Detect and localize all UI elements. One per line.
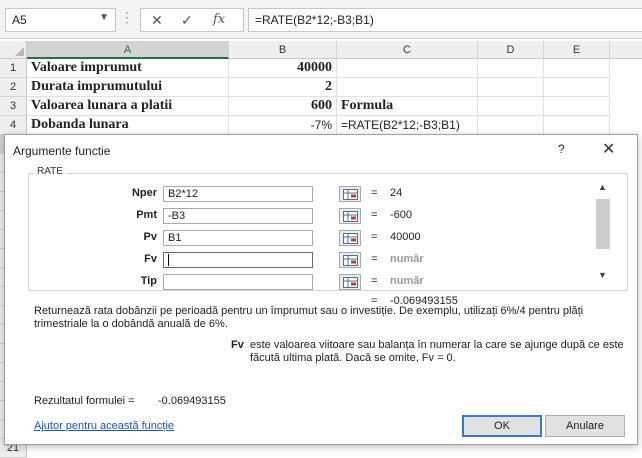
arg-equals: = [371,231,378,243]
arg-input-pv[interactable]: B1 [163,230,313,246]
arg-result-fv: număr [390,253,424,265]
function-name: RATE [34,166,66,177]
cell-e4[interactable] [544,116,610,135]
name-box-value: A5 [12,13,27,27]
arg-label-tip: Tip [140,275,157,287]
arg-result-pv: 40000 [390,231,421,243]
arg-result-tip: număr [390,275,424,287]
formula-text: =RATE(B2*12;-B3;B1) [255,13,374,27]
column-header-b[interactable]: B [229,41,337,59]
function-help-link[interactable]: Ajutor pentru această funcție [34,420,174,432]
formula-buttons: ✕ ✓ fx [140,8,244,32]
cell-b3[interactable]: 600 [229,97,337,116]
arg-label-nper: Nper [131,187,157,199]
cell-c4[interactable]: =RATE(B2*12;-B3;B1) [337,116,478,135]
row-header-2[interactable]: 2 [0,78,27,97]
drag-handle-icon[interactable]: ⋮ [120,9,134,26]
cell-c2[interactable] [337,78,478,97]
cell-c1[interactable] [337,59,478,78]
chevron-down-icon[interactable]: ▼ [598,270,607,280]
check-icon[interactable]: ✓ [181,12,193,29]
cell-a1[interactable]: Valoare imprumut [27,59,229,78]
cell-b2[interactable]: 2 [229,78,337,97]
column-header-c[interactable]: C [337,41,478,59]
arg-result-pmt: -600 [390,209,413,221]
arg-equals: = [371,275,378,287]
column-header-d[interactable]: D [478,41,544,59]
column-header-a[interactable]: A [27,41,229,59]
chevron-up-icon[interactable]: ▲ [598,182,607,192]
arg-label-pmt: Pmt [136,209,157,221]
arg-label-fv: Fv [144,253,157,265]
cell-b4[interactable]: -7% [229,116,337,135]
cell-d2[interactable] [478,78,544,97]
chevron-down-icon[interactable]: ▼ [99,12,109,23]
arguments-scrollbar[interactable]: ▲ ▼ [595,180,611,284]
formula-result-label: Rezultatul formulei = [34,395,135,407]
formula-bar-area: A5 ▼ ⋮ ✕ ✓ fx =RATE(B2*12;-B3;B1) [0,0,642,39]
row-header-1[interactable]: 1 [0,59,27,78]
column-header-f[interactable] [610,41,642,59]
select-all-corner[interactable] [0,41,27,59]
arg-input-tip[interactable] [163,274,313,290]
collapse-dialog-button-pv[interactable] [339,230,361,246]
text-caret [168,254,169,267]
arg-label-pv: Pv [143,231,157,243]
name-box[interactable]: A5 ▼ [5,8,116,32]
collapse-dialog-button-pmt[interactable] [339,208,361,224]
dialog-title: Argumente functie [13,144,111,158]
cell-b1[interactable]: 40000 [229,59,337,78]
range-select-icon [343,211,358,222]
cell-a2[interactable]: Durata imprumutului [27,78,229,97]
collapse-dialog-button-nper[interactable] [339,186,361,202]
formula-input[interactable]: =RATE(B2*12;-B3;B1) [248,8,642,32]
arg-input-pmt[interactable]: -B3 [163,208,313,224]
formula-result-value: -0.069493155 [158,395,226,407]
ok-button[interactable]: OK [462,415,542,437]
arg-equals: = [371,187,378,199]
collapse-dialog-button-fv[interactable] [339,252,361,268]
cell-d4[interactable] [478,116,544,135]
range-select-icon [343,189,358,200]
function-description: Returnează rata dobânzii pe perioadă pen… [34,305,584,330]
cell-c3[interactable]: Formula [337,97,478,116]
close-icon[interactable]: ✕ [602,139,615,159]
cell-a4[interactable]: Dobanda lunara [27,116,229,135]
help-button[interactable]: ? [558,142,565,156]
range-select-icon [343,233,358,244]
row-header-4[interactable]: 4 [0,116,27,135]
collapse-dialog-button-tip[interactable] [339,274,361,290]
range-select-icon [343,255,358,266]
scrollbar-thumb[interactable] [596,199,610,249]
arg-equals: = [371,209,378,221]
cell-e1[interactable] [544,59,610,78]
cancel-icon[interactable]: ✕ [151,12,163,29]
cell-e3[interactable] [544,97,610,116]
cell-d1[interactable] [478,59,544,78]
cell-e2[interactable] [544,78,610,97]
arg-equals: = [371,253,378,265]
cell-d3[interactable] [478,97,544,116]
row-header-3[interactable]: 3 [0,97,27,116]
column-header-e[interactable]: E [544,41,610,59]
arg-input-fv[interactable] [163,252,313,268]
cancel-button[interactable]: Anulare [545,415,625,437]
range-select-icon [343,277,358,288]
function-arguments-dialog: Argumente functie ? ✕ RATE Nper B2*12 = … [4,134,638,445]
insert-function-icon[interactable]: fx [213,12,225,27]
current-arg-description: este valoarea viitoare sau balanța în nu… [250,339,624,364]
current-arg-name: Fv [231,339,244,351]
cell-a3[interactable]: Valoarea lunara a platii [27,97,229,116]
arg-result-nper: 24 [390,187,403,199]
arg-input-nper[interactable]: B2*12 [163,186,313,202]
